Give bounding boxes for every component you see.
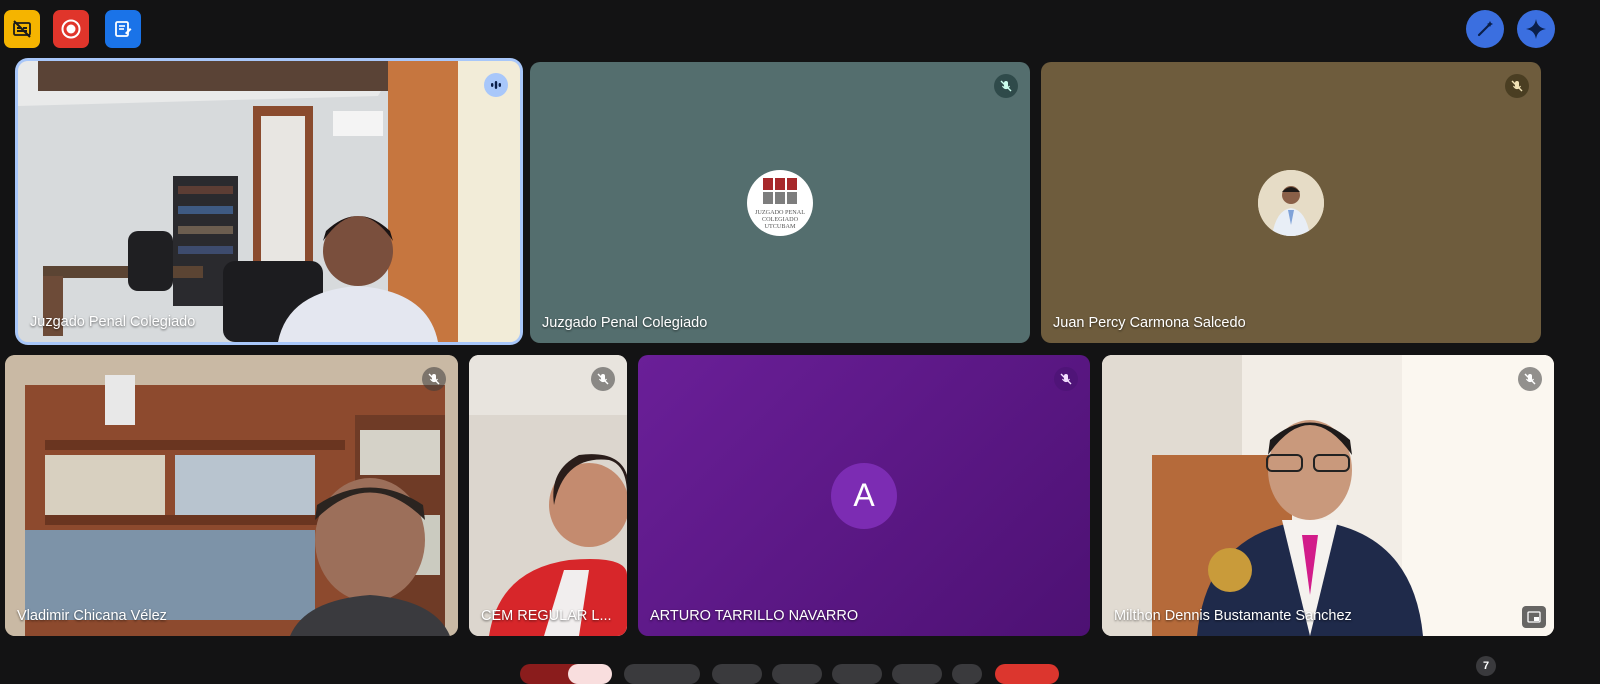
avatar-initial: A (831, 462, 897, 529)
avatar-photo (1258, 169, 1324, 236)
camera-control-button[interactable] (624, 664, 700, 684)
mic-off-icon (1000, 80, 1012, 92)
mic-off-indicator (1054, 367, 1078, 391)
more-options-button[interactable] (952, 664, 982, 684)
participant-name: Juzgado Penal Colegiado (542, 315, 708, 331)
mic-off-icon (1524, 373, 1536, 385)
participant-count-badge[interactable]: 7 (1476, 656, 1496, 676)
mic-off-indicator (1518, 367, 1542, 391)
record-button[interactable] (53, 10, 89, 48)
reactions-button[interactable] (772, 664, 822, 684)
participant-tile[interactable]: Vladimir Chicana Vélez (5, 355, 458, 636)
court-logo: JUZGADO PENAL COLEGIADO UTCUBAM (755, 177, 805, 230)
participant-tile[interactable]: CEM REGULAR L... (469, 355, 627, 636)
svg-text:JUZGADO PENAL: JUZGADO PENAL (755, 209, 805, 216)
participant-tile[interactable]: A ARTURO TARRILLO NAVARRO (638, 355, 1090, 636)
magic-wand-button[interactable] (1466, 10, 1504, 48)
mic-off-indicator (1505, 74, 1529, 98)
participant-tile[interactable]: Milthon Dennis Bustamante Sanchez (1102, 355, 1554, 636)
audio-wave-icon (491, 81, 501, 89)
mic-off-icon (1060, 373, 1072, 385)
speaking-indicator (484, 73, 508, 97)
mic-off-indicator (994, 74, 1018, 98)
mic-off-indicator (591, 367, 615, 391)
record-icon (61, 19, 81, 39)
participant-name: Vladimir Chicana Vélez (17, 608, 167, 624)
pip-button[interactable] (1522, 606, 1546, 628)
mic-off-icon (1511, 80, 1523, 92)
mic-off-icon (597, 373, 609, 385)
participant-name: Juzgado Penal Colegiado (30, 314, 196, 330)
notes-icon (115, 21, 132, 37)
notes-button[interactable] (105, 10, 141, 48)
mic-off-indicator (422, 367, 446, 391)
participant-tile[interactable]: Juzgado Penal Colegiado (18, 61, 520, 342)
video-feed (469, 355, 627, 636)
avatar (1258, 169, 1324, 236)
participant-name: Milthon Dennis Bustamante Sanchez (1114, 608, 1352, 624)
present-button[interactable] (832, 664, 882, 684)
captions-button[interactable] (712, 664, 762, 684)
captions-off-button[interactable] (4, 10, 40, 48)
participant-tile[interactable]: Juan Percy Carmona Salcedo (1041, 62, 1541, 343)
video-feed (18, 61, 520, 342)
video-feed (1102, 355, 1554, 636)
avatar: JUZGADO PENAL COLEGIADO UTCUBAM (747, 169, 813, 236)
hand-raise-button[interactable] (892, 664, 942, 684)
mic-off-toggle[interactable] (568, 664, 612, 684)
leave-call-button[interactable] (995, 664, 1059, 684)
participant-name: CEM REGULAR L... (481, 608, 612, 624)
participant-tile[interactable]: JUZGADO PENAL COLEGIADO UTCUBAM Juzgado … (530, 62, 1030, 343)
magic-wand-icon (1477, 21, 1493, 37)
picture-in-picture-icon (1527, 611, 1541, 623)
gemini-button[interactable] (1517, 10, 1555, 48)
mic-off-icon (428, 373, 440, 385)
sparkle-icon (1526, 19, 1546, 39)
participant-name: Juan Percy Carmona Salcedo (1053, 315, 1246, 331)
video-feed (5, 355, 458, 636)
svg-text:UTCUBAM: UTCUBAM (765, 223, 796, 230)
captions-off-icon (13, 20, 31, 38)
svg-text:COLEGIADO: COLEGIADO (762, 216, 799, 223)
participant-name: ARTURO TARRILLO NAVARRO (650, 608, 859, 624)
